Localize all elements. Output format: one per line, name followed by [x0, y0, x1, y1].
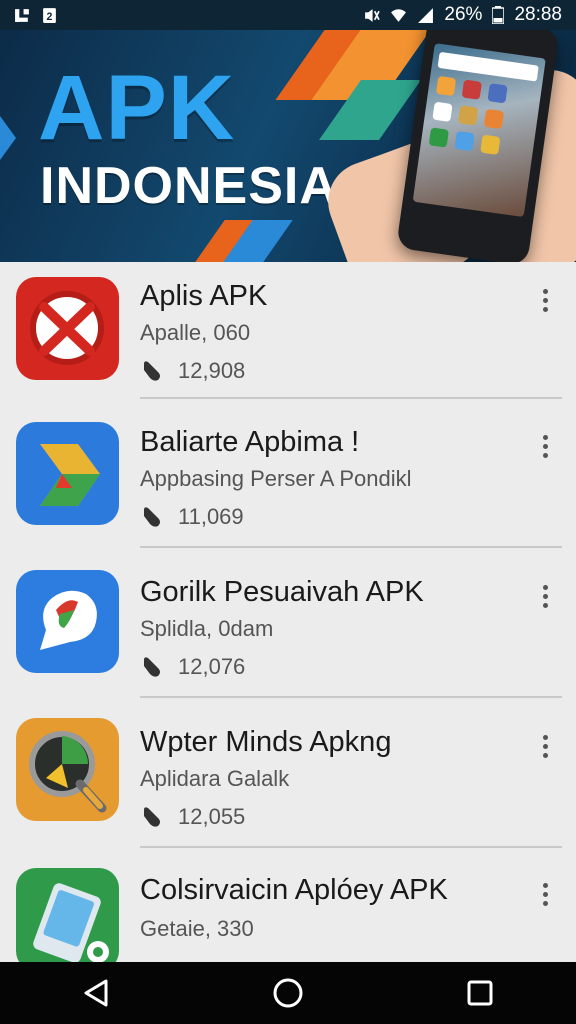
app-name: Gorilk Pesuaivah APK	[140, 576, 424, 608]
banner-title: APK	[38, 57, 236, 159]
app-name: Colsirvaicin Aplóey APK	[140, 874, 448, 906]
divider	[140, 397, 562, 399]
phone-app-grid	[428, 75, 508, 155]
list-item[interactable]: Aplis APK Apalle, 060 12,908	[0, 262, 576, 410]
battery-percent: 26%	[444, 4, 483, 25]
download-icon	[144, 507, 160, 527]
download-count-row: 12,908	[140, 358, 245, 384]
more-options-button[interactable]	[530, 428, 560, 464]
signal-icon	[418, 7, 434, 23]
more-options-button[interactable]	[530, 728, 560, 764]
back-icon	[84, 979, 108, 1007]
app-subtitle: Aplidara Galalk	[140, 766, 290, 791]
arrow-play-icon	[16, 422, 119, 525]
banner-arrow	[0, 116, 16, 160]
app-subtitle: Getaie, 330	[140, 916, 254, 941]
app-subtitle: Apalle, 060	[140, 320, 251, 345]
hero-banner[interactable]: APK INDONESIA	[0, 30, 576, 262]
home-icon	[273, 978, 303, 1008]
download-count-row: 12,076	[140, 654, 245, 680]
svg-text:2: 2	[47, 10, 53, 22]
more-options-button[interactable]	[530, 876, 560, 912]
download-count-row: 12,055	[140, 804, 245, 830]
download-count: 12,076	[178, 654, 246, 679]
app-name: Baliarte Apbima !	[140, 426, 360, 458]
clock: 28:88	[514, 4, 562, 25]
more-options-button[interactable]	[530, 282, 560, 318]
list-item[interactable]: Colsirvaicin Aplóey APK Getaie, 330	[0, 858, 576, 962]
recents-button[interactable]	[460, 973, 500, 1013]
notification-icon	[15, 8, 29, 22]
list-item[interactable]: Gorilk Pesuaivah APK Splidla, 0dam 12,07…	[0, 560, 576, 708]
wifi-icon	[391, 8, 407, 22]
back-button[interactable]	[76, 973, 116, 1013]
app-name: Wpter Minds Apkng	[140, 726, 392, 758]
chat-bubble-icon	[16, 570, 119, 673]
app-list[interactable]: Aplis APK Apalle, 060 12,908 Baliarte Ap…	[0, 262, 576, 962]
divider	[140, 546, 562, 548]
list-item[interactable]: Baliarte Apbima ! Appbasing Perser A Pon…	[0, 410, 576, 558]
download-icon	[144, 361, 160, 381]
mute-icon	[365, 8, 381, 22]
download-icon	[144, 657, 160, 677]
status-left: 2	[14, 7, 58, 24]
banner-subtitle: INDONESIA	[40, 157, 338, 215]
divider	[140, 846, 562, 848]
list-item[interactable]: Wpter Minds Apkng Aplidara Galalk 12,055	[0, 708, 576, 856]
phone-settings-icon	[16, 868, 119, 962]
phone-screen	[412, 43, 546, 218]
status-bar: 2 26% 28:88	[0, 0, 576, 30]
navigation-bar	[0, 962, 576, 1024]
download-icon	[144, 807, 160, 827]
red-x-icon	[16, 277, 119, 380]
download-count: 12,908	[178, 358, 246, 383]
app-subtitle: Appbasing Perser A Pondikl	[140, 466, 412, 491]
download-count: 11,069	[178, 504, 244, 529]
recents-icon	[467, 980, 493, 1006]
home-button[interactable]	[268, 973, 308, 1013]
battery-icon	[492, 6, 505, 24]
status-right: 26% 28:88	[363, 4, 562, 26]
divider	[140, 696, 562, 698]
download-count: 12,055	[178, 804, 246, 829]
sim-icon: 2	[43, 7, 56, 23]
app-name: Aplis APK	[140, 280, 268, 312]
app-subtitle: Splidla, 0dam	[140, 616, 274, 641]
more-options-button[interactable]	[530, 578, 560, 614]
magnifier-icon	[16, 718, 119, 821]
download-count-row: 11,069	[140, 504, 244, 530]
